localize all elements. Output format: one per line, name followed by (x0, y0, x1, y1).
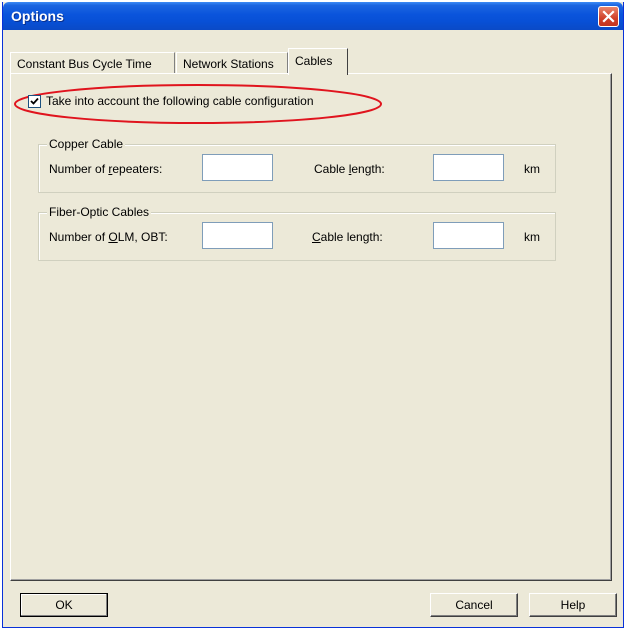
repeaters-input[interactable] (202, 154, 273, 181)
olm-obt-input[interactable] (202, 222, 273, 249)
tab-label: Constant Bus Cycle Time (17, 57, 152, 71)
ok-button[interactable]: OK (20, 593, 108, 617)
fiber-length-input[interactable] (433, 222, 504, 249)
fiber-length-label: Cable length: (312, 230, 383, 244)
close-icon (602, 10, 615, 23)
repeaters-label: Number of repeaters: (49, 162, 163, 176)
cancel-button[interactable]: Cancel (430, 593, 518, 617)
tab-label: Network Stations (183, 57, 274, 71)
window-title: Options (11, 8, 64, 24)
fiber-length-unit: km (524, 230, 540, 244)
group-title: Copper Cable (47, 137, 126, 151)
copper-length-label: Cable length: (314, 162, 385, 176)
copper-length-unit: km (524, 162, 540, 176)
copper-length-input[interactable] (433, 154, 504, 181)
tab-constant-bus-cycle-time[interactable]: Constant Bus Cycle Time (10, 52, 175, 74)
close-button[interactable] (598, 6, 619, 27)
title-bar[interactable]: Options (3, 2, 623, 30)
checkmark-icon (30, 97, 39, 105)
tab-cables[interactable]: Cables (288, 48, 348, 75)
tab-label: Cables (295, 54, 333, 68)
cable-config-label: Take into account the following cable co… (46, 94, 314, 108)
tab-network-stations[interactable]: Network Stations (176, 52, 288, 74)
fiber-optic-group: Fiber-Optic Cables Number of OLM, OBT: C… (38, 205, 556, 261)
olm-obt-label: Number of OLM, OBT: (49, 230, 168, 244)
group-title: Fiber-Optic Cables (47, 205, 152, 219)
help-button[interactable]: Help (529, 593, 617, 617)
copper-cable-group: Copper Cable Number of repeaters: Cable … (38, 137, 556, 193)
cable-config-checkbox[interactable] (28, 95, 41, 108)
